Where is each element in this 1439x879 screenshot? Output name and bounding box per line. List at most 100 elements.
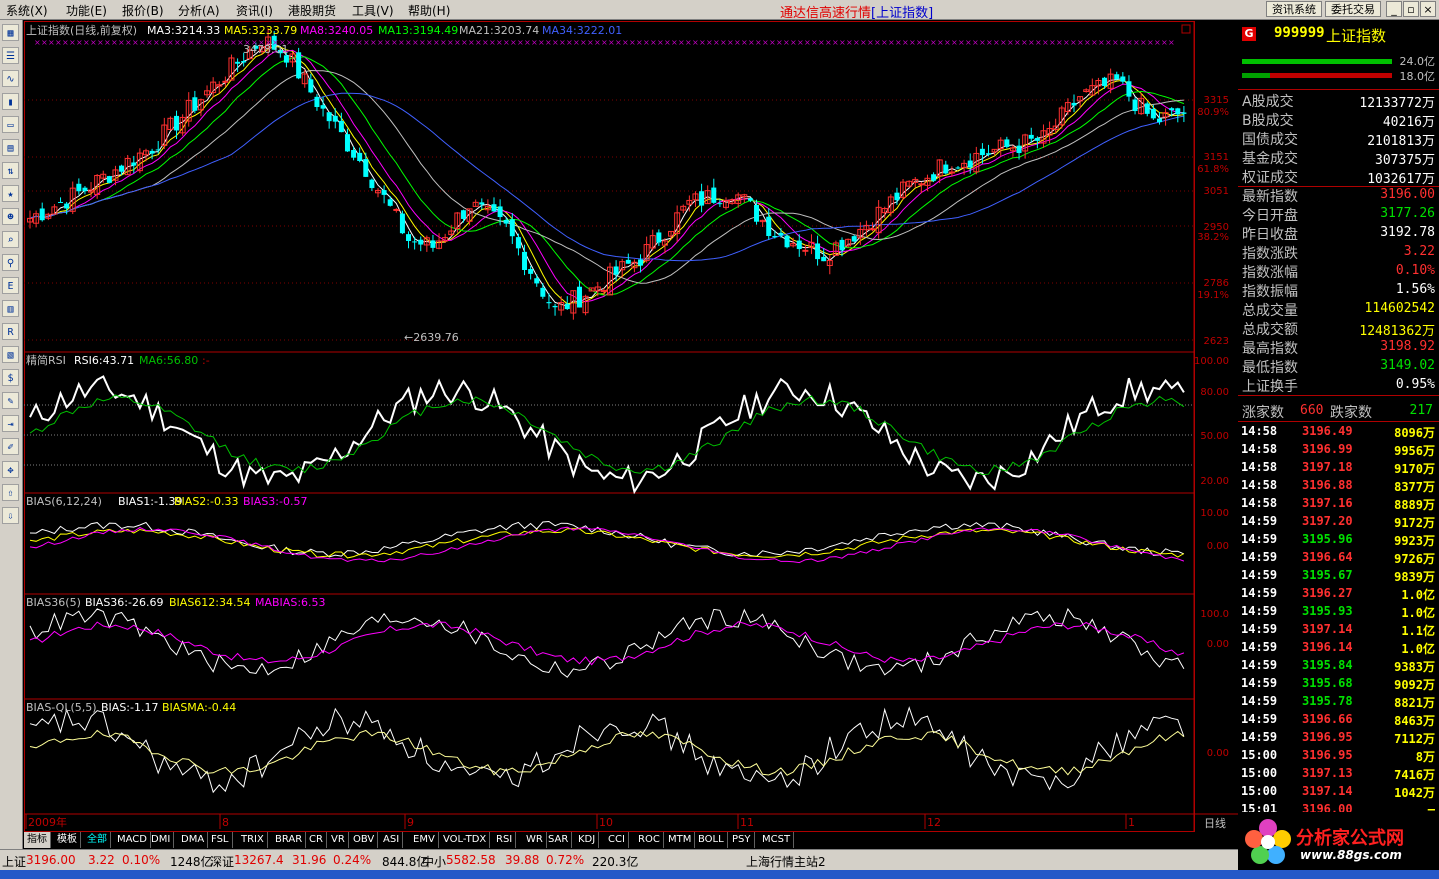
kline-chart-area[interactable]: × × × × × × × × × × × × × × × × × × × × × × × × × × × × × × × × × × × × × × × ×… — [24, 21, 1238, 832]
grid-icon[interactable]: ▦ — [2, 24, 19, 41]
signal-marker: × — [748, 38, 755, 47]
tab-roc[interactable]: ROC — [635, 832, 664, 848]
tab-cr[interactable]: CR — [306, 832, 327, 848]
candle-body — [369, 179, 375, 189]
tab-psy[interactable]: PSY — [729, 832, 755, 848]
minimize-icon[interactable]: _ — [1386, 1, 1402, 17]
menu-info[interactable]: 资讯(I) — [236, 2, 273, 19]
bias612-line — [29, 621, 1185, 666]
tick-price: 3197.16 — [1302, 496, 1353, 510]
tab-cci[interactable]: CCI — [605, 832, 629, 848]
main-y-label: 2623 — [1204, 336, 1229, 347]
table-icon[interactable]: ▤ — [2, 139, 19, 156]
quote-row-label: 指数振幅 — [1242, 284, 1298, 300]
arrow-down-icon[interactable]: ⇩ — [2, 507, 19, 524]
quote-row-label: B股成交 — [1242, 113, 1294, 129]
move-icon[interactable]: ✥ — [2, 461, 19, 478]
star-icon[interactable]: ★ — [2, 185, 19, 202]
menu-system[interactable]: 系统(X) — [6, 2, 48, 19]
signal-marker: × — [566, 38, 573, 47]
exit-icon[interactable]: ⇥ — [2, 415, 19, 432]
tab-mtm[interactable]: MTM — [665, 832, 696, 848]
menu-tools[interactable]: 工具(V) — [352, 2, 394, 19]
x-axis-label: 12 — [927, 816, 941, 829]
tab-asi[interactable]: ASI — [380, 832, 404, 848]
candle-body — [754, 204, 760, 222]
tick-row: 14:59 3196.14 1.0亿 — [1238, 638, 1439, 656]
tab-dma[interactable]: DMA — [178, 832, 209, 848]
money-icon[interactable]: $ — [2, 369, 19, 386]
tab-trix[interactable]: TRIX — [238, 832, 268, 848]
candle-icon[interactable]: ▮ — [2, 93, 19, 110]
tools-icon[interactable]: ✎ — [2, 392, 19, 409]
zoom-icon[interactable]: ⚲ — [2, 254, 19, 271]
window-icon[interactable]: ▭ — [2, 116, 19, 133]
tab-指标[interactable]: 指标 — [24, 832, 51, 848]
signal-marker: × — [76, 38, 83, 47]
sort-icon[interactable]: ⇅ — [2, 162, 19, 179]
tab-obv[interactable]: OBV — [350, 832, 379, 848]
candle-body — [344, 134, 350, 152]
rsi-icon[interactable]: R — [2, 323, 19, 340]
flower-logo-icon — [1245, 819, 1291, 864]
signal-marker: × — [62, 38, 69, 47]
signal-marker: × — [503, 38, 510, 47]
tab-kdj[interactable]: KDJ — [575, 832, 600, 848]
bias1-line — [29, 520, 1185, 558]
tab-vol-tdx[interactable]: VOL-TDX — [440, 832, 491, 848]
signal-marker: × — [538, 38, 545, 47]
people-icon[interactable]: ☻ — [2, 208, 19, 225]
candle-body — [412, 241, 418, 243]
etf-icon[interactable]: E — [2, 277, 19, 294]
tab-fsl[interactable]: FSL — [208, 832, 233, 848]
signal-marker: × — [384, 38, 391, 47]
info-system-button[interactable]: 资讯系统 — [1266, 1, 1322, 17]
signal-marker: × — [1133, 38, 1140, 47]
candle-body — [784, 235, 790, 248]
tab-wr[interactable]: WR — [523, 832, 547, 848]
signal-marker: × — [825, 38, 832, 47]
search-icon[interactable]: ⌕ — [2, 231, 19, 248]
signal-marker: × — [601, 38, 608, 47]
tick-time: 14:59 — [1241, 550, 1278, 564]
server-name[interactable]: 上海行情主站2 — [746, 853, 826, 870]
tab-boll[interactable]: BOLL — [695, 832, 728, 848]
tab-sar[interactable]: SAR — [545, 832, 573, 848]
line-chart-icon[interactable]: ∿ — [2, 70, 19, 87]
signal-marker: × — [104, 38, 111, 47]
list-icon[interactable]: ☰ — [2, 47, 19, 64]
signal-marker: × — [146, 38, 153, 47]
tab-mcst[interactable]: MCST — [759, 832, 795, 848]
tick-volume: 9170万 — [1394, 462, 1435, 476]
tab-模板[interactable]: 模板 — [54, 832, 81, 848]
arrow-up-icon[interactable]: ⇧ — [2, 484, 19, 501]
tab-emv[interactable]: EMV — [410, 832, 439, 848]
tab-brar[interactable]: BRAR — [272, 832, 307, 848]
restore-icon[interactable]: ▫ — [1403, 1, 1419, 17]
candle-body — [967, 160, 973, 168]
tab-dmi[interactable]: DMI — [148, 832, 175, 848]
candle-body — [296, 52, 302, 79]
signal-marker: × — [1126, 38, 1133, 47]
pencil-icon[interactable]: ✐ — [2, 438, 19, 455]
period-label: 日线 — [1204, 816, 1226, 830]
menu-quote[interactable]: 报价(B) — [122, 2, 164, 19]
trade-button[interactable]: 委托交易 — [1325, 1, 1381, 17]
bias-y-label: 10.00 — [1200, 508, 1229, 519]
signal-marker: × — [216, 38, 223, 47]
quote-row-value: 12481362万 — [1359, 324, 1435, 339]
tab-全部[interactable]: 全部 — [84, 832, 111, 848]
menu-analysis[interactable]: 分析(A) — [178, 2, 220, 19]
tab-macd[interactable]: MACD — [114, 832, 151, 848]
report-icon[interactable]: ▧ — [2, 346, 19, 363]
signal-marker: × — [1098, 38, 1105, 47]
tab-rsi[interactable]: RSI — [493, 832, 517, 848]
menu-help[interactable]: 帮助(H) — [408, 2, 450, 19]
menu-function[interactable]: 功能(E) — [66, 2, 107, 19]
menu-hk-futures[interactable]: 港股期货 — [288, 2, 336, 19]
signal-marker: × — [594, 38, 601, 47]
bars-icon[interactable]: ▥ — [2, 300, 19, 317]
tab-vr[interactable]: VR — [328, 832, 349, 848]
close-icon[interactable]: × — [1420, 1, 1436, 17]
candle-body — [332, 115, 338, 122]
